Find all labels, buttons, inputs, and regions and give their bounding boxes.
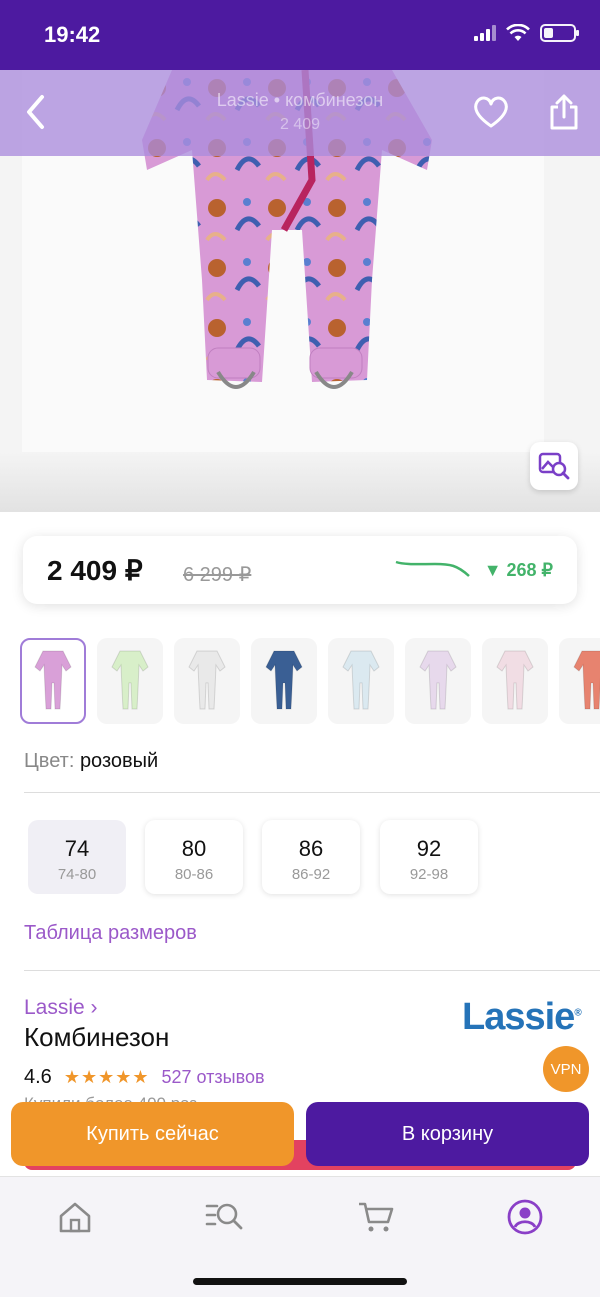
- color-label: Цвет:: [24, 750, 75, 772]
- tab-profile[interactable]: [503, 1195, 547, 1239]
- color-thumbnail[interactable]: [97, 638, 163, 724]
- vpn-badge[interactable]: VPN: [543, 1046, 589, 1092]
- image-search-icon: [538, 452, 570, 480]
- color-variants: [20, 638, 600, 724]
- size-table-link[interactable]: Таблица размеров: [24, 922, 197, 945]
- size-range: 86-92: [291, 866, 331, 883]
- color-value: розовый: [79, 750, 159, 772]
- tab-cart[interactable]: [354, 1195, 398, 1239]
- size-range: 74-80: [57, 866, 97, 883]
- brand-link[interactable]: Lassie ›: [24, 996, 98, 1020]
- share-icon: [550, 94, 578, 130]
- color-thumbnail[interactable]: [482, 638, 548, 724]
- hero-bottom-shade: [0, 452, 600, 512]
- jumpsuit-thumbnail-image: [34, 650, 72, 710]
- divider: [24, 792, 600, 793]
- size-value: 80: [181, 836, 207, 861]
- tab-catalog[interactable]: [203, 1195, 247, 1239]
- price-drop: ▼ 268 ₽: [483, 560, 553, 580]
- price-card: 2 409 ₽ 6 299 ₽ ▼ 268 ₽: [23, 536, 577, 604]
- size-value: 92: [416, 836, 442, 861]
- reviews-link[interactable]: 527 отзывов: [162, 1067, 265, 1088]
- heart-icon: [474, 96, 508, 128]
- image-search-button[interactable]: [530, 442, 578, 490]
- size-value: 86: [298, 836, 324, 861]
- wifi-icon: [506, 24, 530, 41]
- tab-home[interactable]: [53, 1195, 97, 1239]
- brand-logo-text: Lassie: [462, 996, 575, 1038]
- chevron-left-icon: [27, 95, 44, 129]
- size-option-80[interactable]: 80 80-86: [145, 820, 243, 894]
- add-to-cart-button[interactable]: В корзину: [306, 1102, 589, 1166]
- jumpsuit-thumbnail-image: [419, 650, 457, 710]
- status-icons: [474, 24, 579, 42]
- color-thumbnail[interactable]: [174, 638, 240, 724]
- jumpsuit-thumbnail-image: [188, 650, 226, 710]
- catalog-search-icon: [205, 1203, 243, 1230]
- jumpsuit-thumbnail-image: [111, 650, 149, 710]
- jumpsuit-thumbnail-image: [573, 650, 600, 710]
- status-bar: 19:42: [0, 0, 600, 70]
- cart-icon: [359, 1202, 394, 1232]
- profile-icon: [507, 1199, 543, 1235]
- home-icon: [59, 1202, 91, 1233]
- buy-now-button[interactable]: Купить сейчас: [11, 1102, 294, 1166]
- home-indicator: [193, 1278, 407, 1285]
- color-thumbnail[interactable]: [559, 638, 600, 724]
- star-rating-icon: ★★★★★: [63, 1067, 150, 1087]
- color-thumbnail[interactable]: [20, 638, 86, 724]
- favorite-button[interactable]: [471, 92, 511, 132]
- rating-row[interactable]: 4.6 ★★★★★ 527 отзывов: [24, 1066, 265, 1089]
- jumpsuit-thumbnail-image: [265, 650, 303, 710]
- top-nav-bar: Lassie • комбинезон 2 409: [0, 70, 600, 156]
- price-trend-sparkline: [395, 560, 470, 577]
- divider: [24, 970, 600, 971]
- color-thumbnail[interactable]: [405, 638, 471, 724]
- old-price: 6 299 ₽: [183, 564, 252, 586]
- color-thumbnail[interactable]: [251, 638, 317, 724]
- size-range: 80-86: [174, 866, 214, 883]
- back-button[interactable]: [16, 92, 56, 132]
- size-option-74[interactable]: 74 74-80: [28, 820, 126, 894]
- jumpsuit-thumbnail-image: [496, 650, 534, 710]
- brand-logo[interactable]: Lassie®: [462, 996, 582, 1039]
- product-title: Комбинезон: [24, 1022, 170, 1052]
- signal-icon: [474, 25, 496, 41]
- size-option-86[interactable]: 86 86-92: [262, 820, 360, 894]
- size-option-92[interactable]: 92 92-98: [380, 820, 478, 894]
- battery-icon: [540, 24, 579, 42]
- status-time: 19:42: [44, 22, 101, 47]
- size-range: 92-98: [409, 866, 449, 883]
- color-line: Цвет: розовый: [24, 750, 158, 773]
- share-button[interactable]: [544, 92, 584, 132]
- rating-value: 4.6: [24, 1066, 52, 1088]
- color-thumbnail[interactable]: [328, 638, 394, 724]
- jumpsuit-thumbnail-image: [342, 650, 380, 710]
- size-value: 74: [64, 836, 90, 861]
- current-price: 2 409 ₽: [47, 555, 143, 586]
